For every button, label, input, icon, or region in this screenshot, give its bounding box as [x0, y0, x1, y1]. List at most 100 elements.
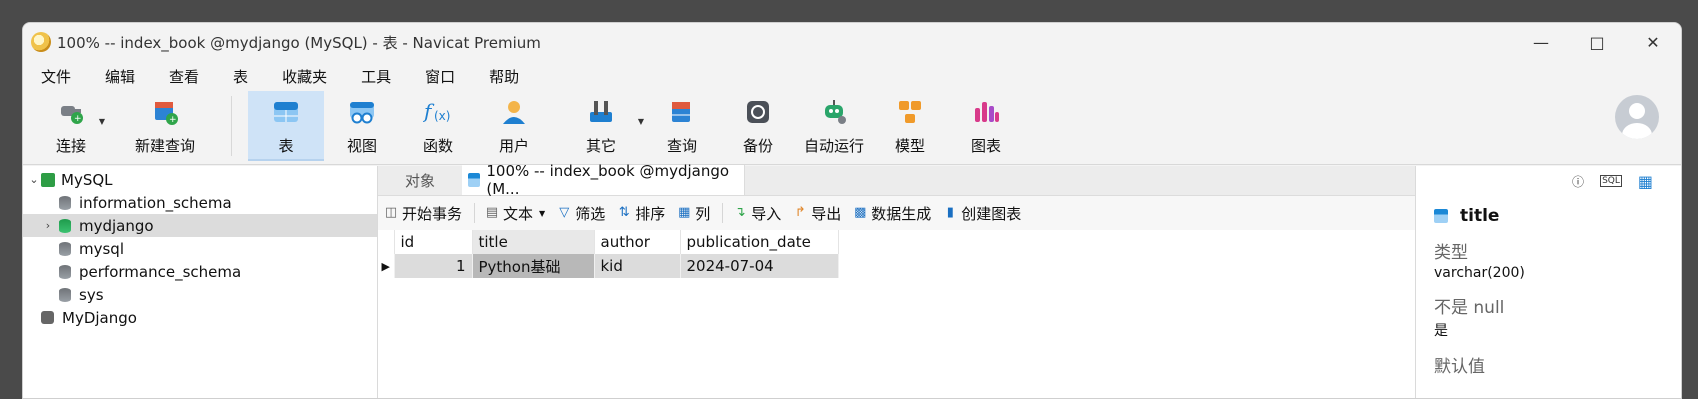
cell-author[interactable]: kid	[594, 254, 681, 278]
backup-icon	[743, 97, 773, 127]
view-icon	[347, 97, 377, 127]
column-header-publication-date[interactable]: publication_date	[680, 230, 839, 254]
row-marker-header	[378, 230, 395, 254]
menu-table[interactable]: 表	[221, 66, 260, 87]
type-label: 类型	[1434, 243, 1468, 263]
cell-title[interactable]: Python基础	[472, 254, 595, 278]
menu-tools[interactable]: 工具	[349, 66, 403, 87]
begin-transaction-button[interactable]: ◫ 开始事务	[384, 203, 462, 224]
new-query-label: 新建查询	[134, 137, 195, 155]
text-button[interactable]: ▤ 文本 ▼	[485, 203, 545, 224]
cell-publication-date[interactable]: 2024-07-04	[680, 254, 839, 278]
chevron-down-icon[interactable]: ▼	[99, 117, 105, 126]
maximize-button[interactable]: □	[1569, 23, 1625, 61]
menu-help[interactable]: 帮助	[477, 66, 531, 87]
table-icon	[468, 173, 481, 187]
import-button[interactable]: ↴ 导入	[733, 203, 781, 224]
tab-index-book[interactable]: 100% -- index_book @mydjango (M...	[462, 162, 745, 198]
columns-icon: ▦	[678, 205, 691, 220]
field-details-panel: ⓘ SQL ▦ title 类型 varchar(200) 不是 null 是 …	[1415, 166, 1681, 398]
bar-chart-icon: ▮	[946, 205, 954, 220]
database-icon	[59, 218, 71, 233]
table-view-icon[interactable]: ▦	[1638, 172, 1653, 191]
menu-window[interactable]: 窗口	[413, 66, 467, 87]
database-label: mysql	[79, 239, 124, 258]
chevron-right-icon[interactable]: ›	[41, 219, 55, 232]
main-toolbar: + 连接 ▼ + 新建查询 表 视图 f (x) 函数 用户 其它 ▼ 查询 备…	[23, 91, 1681, 165]
tab-objects[interactable]: 对象	[378, 165, 462, 195]
menu-view[interactable]: 查看	[157, 66, 211, 87]
database-icon	[59, 287, 71, 302]
sql-icon[interactable]: SQL	[1600, 175, 1622, 187]
close-button[interactable]: ✕	[1625, 23, 1681, 61]
svg-text:+: +	[74, 114, 82, 124]
view-label: 视图	[346, 137, 377, 155]
connection-label: MySQL	[61, 170, 113, 189]
user-button[interactable]: 用户	[476, 91, 552, 161]
chevron-down-icon[interactable]: ⌄	[27, 173, 41, 186]
data-generation-button[interactable]: ▩ 数据生成	[853, 203, 931, 224]
model-button[interactable]: 模型	[872, 91, 948, 161]
window-title: 100% -- index_book @mydjango (MySQL) - 表…	[57, 33, 541, 52]
begin-transaction-label: 开始事务	[402, 204, 463, 223]
column-header-author[interactable]: author	[594, 230, 681, 254]
database-icon	[59, 195, 71, 210]
connect-button[interactable]: + 连接 ▼	[39, 91, 105, 161]
filter-button[interactable]: ▽ 筛选	[557, 203, 605, 224]
toolbar-divider	[474, 203, 476, 223]
transaction-icon: ◫	[384, 205, 398, 220]
tree-db-information-schema[interactable]: information_schema	[23, 191, 377, 214]
table-row[interactable]: ▶ 1 Python基础 kid 2024-07-04	[378, 254, 839, 278]
view-button[interactable]: 视图	[324, 91, 400, 161]
tree-connection-mysql[interactable]: ⌄ MySQL	[23, 168, 377, 191]
cell-id[interactable]: 1	[394, 254, 473, 278]
info-icon[interactable]: ⓘ	[1572, 173, 1584, 190]
database-label: sys	[79, 285, 104, 304]
tab-strip: 对象 100% -- index_book @mydjango (M...	[378, 162, 1415, 198]
app-window: 100% -- index_book @mydjango (MySQL) - 表…	[22, 22, 1682, 399]
menu-bar: 文件 编辑 查看 表 收藏夹 工具 窗口 帮助	[23, 61, 1681, 91]
tools-icon	[586, 97, 616, 127]
editor-area: 对象 100% -- index_book @mydjango (M... ◫ …	[378, 162, 1415, 398]
columns-button[interactable]: ▦ 列	[677, 203, 710, 224]
model-label: 模型	[894, 137, 925, 155]
connection-icon	[41, 311, 54, 324]
column-header-id[interactable]: id	[394, 230, 473, 254]
column-header-title[interactable]: title	[472, 230, 595, 254]
automation-button[interactable]: 自动运行	[796, 91, 872, 161]
user-label: 用户	[498, 137, 529, 155]
filter-icon: ▽	[559, 205, 570, 220]
menu-file[interactable]: 文件	[29, 66, 83, 87]
tree-connection-mydjango[interactable]: MyDjango	[23, 306, 377, 329]
data-generation-label: 数据生成	[871, 204, 932, 223]
model-icon	[895, 97, 925, 127]
user-avatar[interactable]	[1615, 95, 1659, 139]
function-button[interactable]: f (x) 函数	[400, 91, 476, 161]
tree-db-mysql[interactable]: mysql	[23, 237, 377, 260]
database-icon	[59, 264, 71, 279]
not-null-label: 不是 null	[1434, 298, 1505, 318]
toolbar-divider	[722, 203, 724, 223]
menu-edit[interactable]: 编辑	[93, 66, 147, 87]
query-button[interactable]: 查询	[644, 91, 720, 161]
create-chart-button[interactable]: ▮ 创建图表	[943, 203, 1022, 224]
tree-db-performance-schema[interactable]: performance_schema	[23, 260, 377, 283]
mysql-connection-icon	[41, 172, 55, 187]
function-icon: f (x)	[423, 97, 453, 127]
filter-label: 筛选	[575, 204, 606, 223]
new-query-button[interactable]: + 新建查询	[115, 91, 215, 161]
table-button[interactable]: 表	[248, 91, 324, 161]
sort-button[interactable]: ⇅ 排序	[617, 203, 665, 224]
other-button[interactable]: 其它 ▼	[560, 91, 644, 161]
query-icon	[667, 97, 697, 127]
backup-button[interactable]: 备份	[720, 91, 796, 161]
minimize-button[interactable]: —	[1513, 23, 1569, 61]
title-bar: 100% -- index_book @mydjango (MySQL) - 表…	[23, 23, 1681, 61]
tree-db-sys[interactable]: sys	[23, 283, 377, 306]
tree-db-mydjango[interactable]: › mydjango	[23, 214, 377, 237]
chart-button[interactable]: 图表	[948, 91, 1024, 161]
robot-icon	[819, 97, 849, 127]
export-button[interactable]: ↱ 导出	[793, 203, 841, 224]
field-name: title	[1460, 206, 1500, 226]
menu-favorites[interactable]: 收藏夹	[270, 66, 339, 87]
